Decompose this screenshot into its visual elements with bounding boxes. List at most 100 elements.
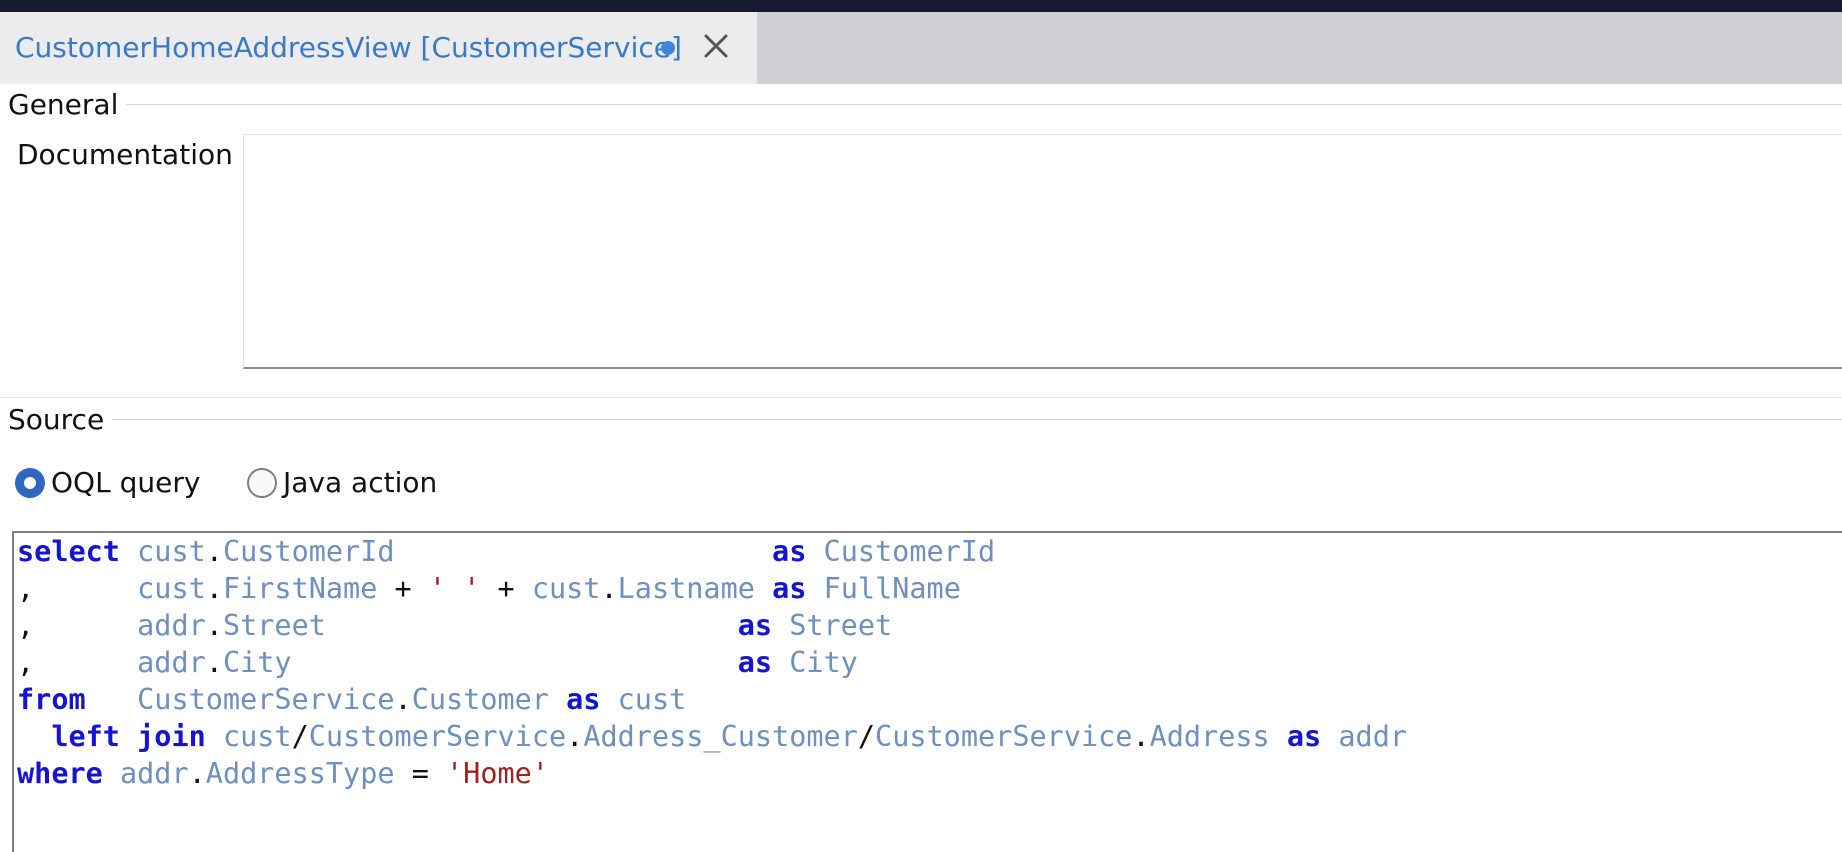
identifier: addr	[119, 757, 189, 790]
alias: cust	[617, 683, 687, 716]
equals-operator: =	[394, 757, 447, 790]
source-section-title: Source	[8, 403, 113, 436]
code-line-5: from CustomerService.Customer as cust	[17, 681, 1407, 718]
keyword: as	[737, 609, 773, 642]
code-line-6: left join cust/CustomerService.Address_C…	[17, 718, 1407, 755]
identifier: CustomerService	[875, 720, 1133, 753]
oql-code-editor[interactable]: select cust.CustomerId as CustomerId, cu…	[12, 531, 1842, 852]
padding	[326, 609, 738, 642]
slash: /	[291, 720, 309, 753]
oql-code: select cust.CustomerId as CustomerId, cu…	[17, 533, 1407, 792]
general-section-title: General	[8, 88, 127, 121]
dot: .	[205, 535, 223, 568]
comma: ,	[17, 646, 35, 679]
editor-tab[interactable]: CustomerHomeAddressView [CustomerService…	[0, 12, 757, 84]
padding	[395, 535, 773, 568]
keyword: as	[566, 683, 601, 716]
alias: FullName	[823, 572, 961, 605]
slash: /	[857, 720, 876, 753]
general-divider	[110, 104, 1842, 105]
dot: .	[188, 757, 206, 790]
plus-operator: +	[480, 572, 532, 605]
keyword: where	[17, 757, 103, 790]
string-literal: 'Home'	[446, 757, 549, 790]
identifier: CustomerId	[222, 535, 395, 568]
window-top-bar	[0, 0, 1842, 12]
identifier: AddressType	[205, 757, 395, 790]
keyword: left	[51, 720, 120, 753]
identifier: City	[222, 646, 292, 679]
identifier: addr	[137, 646, 206, 679]
documentation-label: Documentation	[17, 138, 233, 171]
documentation-separator	[0, 397, 1842, 398]
padding	[292, 646, 738, 679]
documentation-textarea[interactable]	[243, 134, 1842, 369]
identifier: Customer	[411, 683, 549, 716]
keyword: as	[1286, 720, 1322, 753]
identifier: Street	[222, 609, 326, 642]
dot: .	[205, 572, 223, 605]
identifier: CustomerService	[308, 720, 567, 753]
identifier: cust	[222, 720, 292, 753]
identifier: cust	[531, 572, 601, 605]
unsaved-dot-icon	[661, 41, 675, 55]
dot: .	[566, 720, 584, 753]
keyword: as	[737, 646, 773, 679]
radio-selected-icon[interactable]	[15, 467, 45, 498]
editor-tab-strip: CustomerHomeAddressView [CustomerService…	[0, 12, 1842, 84]
identifier: Lastname	[617, 572, 755, 605]
keyword: as	[772, 535, 807, 568]
source-divider	[100, 419, 1842, 420]
plus-operator: +	[377, 572, 429, 605]
identifier: CustomerService	[137, 683, 395, 716]
comma: ,	[17, 609, 35, 642]
code-line-4: , addr.City as City	[17, 644, 1407, 681]
identifier: FirstName	[222, 572, 378, 605]
keyword: select	[17, 535, 120, 568]
dot: .	[394, 683, 412, 716]
alias: City	[789, 646, 858, 679]
tab-title[interactable]: CustomerHomeAddressView [CustomerService…	[15, 31, 682, 64]
close-icon[interactable]	[698, 28, 734, 64]
identifier: Address_Customer	[583, 720, 858, 753]
dot: .	[205, 609, 223, 642]
identifier: Address	[1149, 720, 1270, 753]
code-line-2: , cust.FirstName + ' ' + cust.Lastname a…	[17, 570, 1407, 607]
keyword: join	[137, 720, 206, 753]
string-literal: ' '	[428, 572, 481, 605]
dot: .	[600, 572, 618, 605]
code-line-1: select cust.CustomerId as CustomerId	[17, 533, 1407, 570]
radio-oql-query-label: OQL query	[51, 466, 201, 499]
dot: .	[205, 646, 223, 679]
code-line-3: , addr.Street as Street	[17, 607, 1407, 644]
comma: ,	[17, 572, 35, 605]
keyword: from	[17, 683, 86, 716]
alias: CustomerId	[823, 535, 996, 568]
radio-unselected-icon[interactable]	[247, 467, 277, 498]
dot: .	[1132, 720, 1150, 753]
radio-java-action[interactable]: Java action	[247, 466, 437, 499]
radio-java-action-label: Java action	[283, 466, 438, 499]
identifier: cust	[137, 572, 206, 605]
alias: addr	[1338, 720, 1408, 753]
alias: Street	[789, 609, 893, 642]
radio-oql-query[interactable]: OQL query	[15, 466, 200, 499]
identifier: cust	[137, 535, 206, 568]
identifier: addr	[137, 609, 206, 642]
